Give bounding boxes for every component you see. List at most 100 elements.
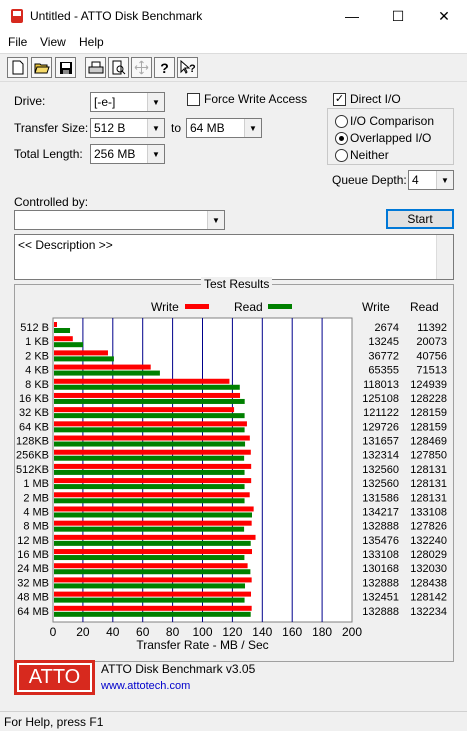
category-label: 256KB (16, 450, 49, 462)
read-bar (54, 569, 251, 575)
write-bar (54, 549, 252, 555)
description-field[interactable]: << Description >> (14, 234, 454, 280)
force-write-checkbox[interactable] (187, 93, 200, 106)
neither-radio[interactable] (335, 149, 348, 162)
read-value: 128228 (410, 393, 447, 405)
write-bar (54, 478, 252, 484)
read-column-header: Read (410, 300, 439, 314)
menu-help[interactable]: Help (79, 35, 104, 49)
move-button[interactable] (131, 57, 152, 78)
atto-logo: ATTO (14, 660, 95, 695)
read-bar (54, 611, 251, 617)
write-bar (54, 392, 241, 398)
write-bar (54, 350, 108, 356)
read-bar (54, 512, 252, 518)
start-button[interactable]: Start (386, 209, 454, 229)
read-value: 132030 (410, 563, 447, 575)
read-bar (54, 342, 84, 348)
minimize-button[interactable]: — (329, 0, 375, 32)
x-tick-label: 200 (342, 625, 362, 639)
read-bar (54, 484, 245, 490)
controlled-by-label: Controlled by: (14, 195, 89, 209)
read-bar (54, 328, 71, 333)
write-bar (54, 520, 252, 526)
category-label: 64 KB (19, 421, 49, 433)
read-value: 128131 (410, 464, 447, 476)
close-button[interactable]: ✕ (421, 0, 467, 32)
total-length-value: 256 MB (94, 147, 136, 161)
write-value: 129726 (362, 421, 399, 433)
chevron-down-icon: ▼ (147, 145, 164, 163)
read-bar (54, 540, 251, 546)
category-label: 4 MB (23, 506, 49, 518)
read-bar (54, 555, 245, 561)
category-label: 24 MB (17, 563, 49, 575)
menu-view[interactable]: View (40, 35, 66, 49)
queue-depth-label: Queue Depth: (332, 173, 407, 187)
x-tick-label: 180 (312, 625, 332, 639)
results-chart: Write Read Write Read 0 20 40 60 80 100 120 140 160 1… (16, 300, 447, 652)
write-value: 133108 (362, 549, 399, 561)
print-button[interactable] (85, 57, 106, 78)
legend-read-label: Read (234, 300, 263, 314)
write-bar (54, 591, 252, 597)
open-button[interactable] (31, 57, 52, 78)
io-comparison-label: I/O Comparison (350, 114, 435, 128)
io-comparison-radio[interactable] (335, 115, 348, 128)
write-value: 13245 (368, 336, 399, 348)
read-value: 132234 (410, 606, 447, 618)
write-value: 121122 (363, 407, 399, 419)
test-results-group: Test Results Write Read Write Read 0 20 40 60 80… (14, 277, 454, 662)
print-preview-button[interactable] (108, 57, 129, 78)
read-value: 127826 (410, 521, 447, 533)
drive-combo[interactable]: [-e-] ▼ (90, 92, 165, 112)
read-value: 124939 (410, 379, 447, 391)
overlapped-io-radio[interactable] (335, 132, 348, 145)
write-value: 131657 (362, 436, 399, 448)
close-icon: ✕ (438, 7, 450, 24)
write-value: 132888 (362, 606, 399, 618)
total-length-combo[interactable]: 256 MB ▼ (90, 144, 165, 164)
read-bar (54, 455, 245, 461)
transfer-size-label: Transfer Size: (14, 121, 89, 135)
category-label: 1 KB (25, 336, 49, 348)
controlled-by-combo[interactable]: ▼ (14, 210, 225, 230)
write-bar (54, 322, 57, 327)
queue-depth-value: 4 (412, 173, 419, 187)
write-value: 65355 (368, 365, 399, 377)
description-scrollbar[interactable] (436, 235, 453, 279)
help-icon: ? (160, 59, 169, 76)
new-button[interactable] (7, 57, 28, 78)
write-bar (54, 534, 256, 540)
maximize-button[interactable]: ☐ (375, 0, 421, 32)
direct-io-checkbox[interactable]: ✓ (333, 93, 346, 106)
write-bar (54, 605, 252, 611)
category-label: 32 MB (17, 577, 49, 589)
print-icon (88, 61, 103, 73)
to-label: to (171, 121, 182, 135)
category-label: 2 KB (25, 350, 49, 362)
help-button[interactable]: ? (154, 57, 175, 78)
read-value: 128469 (410, 436, 447, 448)
read-bar (54, 370, 160, 376)
read-value: 132240 (410, 535, 447, 547)
category-label: 2 MB (23, 492, 49, 504)
menu-bar: File View Help (0, 32, 467, 52)
menu-file[interactable]: File (8, 35, 27, 49)
force-write-label: Force Write Access (204, 92, 308, 106)
write-bar (54, 364, 151, 370)
context-help-button[interactable]: ? (177, 57, 198, 78)
write-bar (54, 407, 235, 413)
save-button[interactable] (55, 57, 76, 78)
transfer-from-combo[interactable]: 512 B ▼ (90, 118, 165, 138)
maximize-icon: ☐ (391, 7, 405, 24)
drive-label: Drive: (14, 94, 46, 108)
write-value: 132888 (362, 577, 399, 589)
overlapped-io-label: Overlapped I/O (350, 131, 432, 145)
category-label: 8 MB (23, 521, 49, 533)
write-value: 132560 (362, 478, 399, 490)
transfer-to-combo[interactable]: 64 MB ▼ (186, 118, 262, 138)
queue-depth-combo[interactable]: 4 ▼ (408, 170, 454, 190)
read-bar (54, 583, 246, 589)
website-link[interactable]: www.attotech.com (101, 680, 190, 692)
